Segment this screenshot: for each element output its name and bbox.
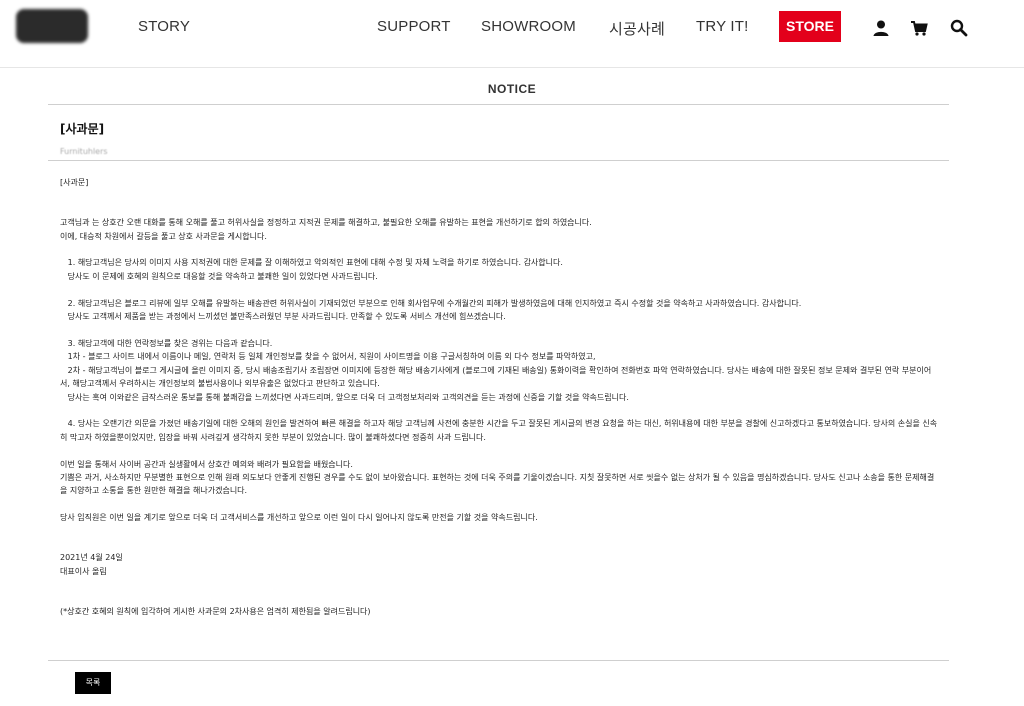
body-line: 3. 해당고객에 대한 연락정보를 찾은 경위는 다음과 같습니다. [60, 338, 273, 348]
body-line: 당사도 고객께서 제품을 받는 과정에서 느끼셨던 불만족스러웠던 부분 사과드… [60, 312, 506, 322]
body-line: 당사 임직원은 이번 일을 계기로 앞으로 더욱 더 고객서비스를 개선하고 앞… [60, 513, 538, 523]
nav-cases[interactable]: 시공사례 [609, 18, 665, 39]
body-line: 2차 - 해당고객님이 블로그 게시글에 올린 이미지 중, 당시 배송조립기사… [60, 365, 932, 389]
body-line: 고객님과 는 상호간 오랜 대화를 통해 오해를 풀고 허위사실을 정정하고 지… [60, 218, 592, 228]
body-line: 대표이사 올림 [60, 566, 107, 576]
nav-showroom[interactable]: SHOWROOM [481, 18, 576, 35]
site-header: STORY SUPPORT SHOWROOM 시공사례 TRY IT! STOR… [0, 0, 1024, 58]
body-line: 1. 해당고객님은 당사의 이미지 사용 지적권에 대한 문제를 잘 이해하였고… [60, 258, 563, 268]
body-line [60, 592, 940, 605]
body-line: 당사는 혹여 이와같은 급작스러운 통보를 통해 불쾌감을 느끼셨다면 사과드리… [60, 392, 629, 402]
body-line [60, 525, 940, 538]
body-line [60, 323, 940, 336]
body-line: 4. 당사는 오랜기간 의문을 가졌던 배송기일에 대한 오해의 원인을 발견하… [60, 419, 938, 442]
nav-store-button[interactable]: STORE [779, 11, 841, 42]
body-line [60, 538, 940, 551]
nav-try-it[interactable]: TRY IT! [696, 18, 749, 35]
search-icon[interactable] [950, 19, 968, 37]
post-author: Furnituhlers [60, 147, 108, 156]
nav-story[interactable]: STORY [138, 18, 190, 35]
body-line: 기쁨은 과거, 사소하지만 무분별한 표현으로 인해 원래 의도보다 안좋게 진… [60, 472, 935, 496]
body-line [60, 404, 940, 417]
nav-support[interactable]: SUPPORT [377, 18, 451, 35]
meta-divider [48, 160, 949, 161]
body-line [60, 498, 940, 511]
body-line: 2. 해당고객님은 블로그 리뷰에 일부 오해를 유발하는 배송관련 허위사실이… [60, 298, 802, 308]
page-title: NOTICE [487, 82, 537, 96]
body-line: 이에, 대승적 차원에서 갈등을 풀고 상호 사과문을 게시합니다. [60, 231, 267, 241]
post-title: [사과문] [60, 122, 105, 136]
body-line: 2021년 4월 24일 [60, 553, 123, 563]
body-line [60, 203, 940, 216]
body-line [60, 283, 940, 296]
body-line: 당사도 이 문제에 호혜의 원칙으로 대응할 것을 약속하고 불쾌한 일이 있었… [60, 271, 378, 281]
title-divider [48, 104, 949, 105]
body-line: (*상호간 호혜의 원칙에 입각하여 게시한 사과문의 2차사용은 엄격히 제한… [60, 607, 371, 616]
body-line: 1차 - 블로그 사이트 내에서 이름이나 메일, 연락처 등 일체 개인정보를… [60, 352, 596, 362]
post-body: [사과문] 고객님과 는 상호간 오랜 대화를 통해 오해를 풀고 허위사실을 … [60, 176, 940, 618]
body-line [60, 189, 940, 202]
body-line: [사과문] [60, 178, 89, 187]
body-line [60, 444, 940, 457]
cart-icon[interactable] [910, 19, 928, 37]
body-line [60, 578, 940, 591]
footer-divider [48, 660, 949, 661]
user-icon[interactable] [872, 19, 890, 37]
header-divider [0, 67, 1024, 68]
list-button[interactable]: 목록 [75, 672, 111, 694]
brand-logo[interactable] [16, 9, 88, 43]
body-line [60, 243, 940, 256]
body-line: 이번 일을 통해서 사이버 공간과 실생활에서 상호간 예의와 배려가 필요함을… [60, 459, 353, 469]
